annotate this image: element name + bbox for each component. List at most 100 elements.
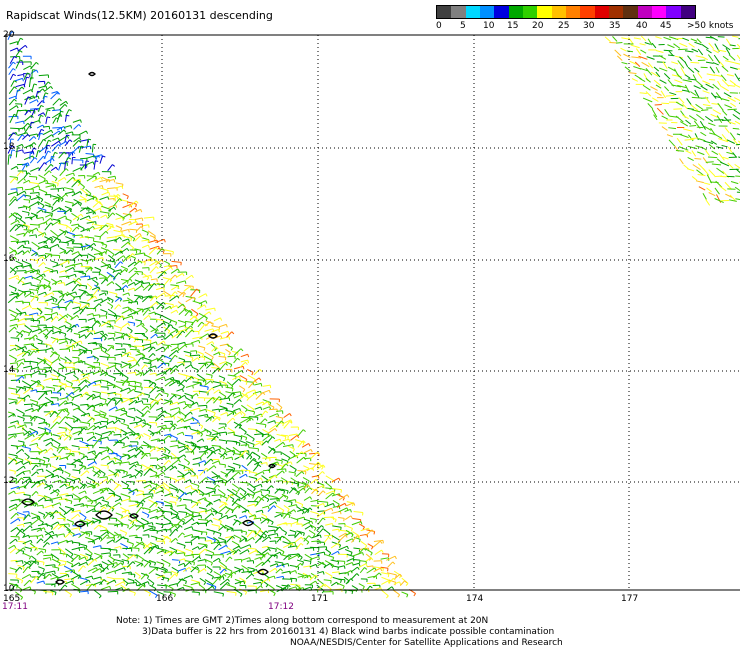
- wind-barb: [197, 357, 200, 361]
- wind-barb: [246, 530, 254, 538]
- wind-barb: [141, 356, 152, 361]
- wind-barb: [9, 235, 19, 241]
- wind-barb: [171, 393, 181, 397]
- wind-barb: [247, 428, 257, 431]
- wind-barb: [162, 414, 166, 418]
- wind-barb: [112, 198, 121, 207]
- wind-barb: [268, 390, 271, 394]
- wind-barb: [41, 276, 44, 280]
- wind-barb: [93, 524, 100, 530]
- wind-barb: [94, 185, 103, 188]
- wind-barb: [216, 435, 219, 439]
- wind-barb: [281, 510, 285, 514]
- wind-barb: [199, 333, 209, 340]
- wind-barb: [51, 358, 59, 364]
- wind-barb: [103, 473, 106, 477]
- wind-barb: [156, 561, 165, 565]
- wind-barb: [38, 139, 44, 148]
- wind-barb: [142, 392, 145, 396]
- wind-barb: [35, 334, 38, 338]
- wind-barb: [203, 311, 210, 316]
- wind-barb: [14, 288, 17, 292]
- wind-barb: [69, 324, 72, 328]
- wind-barb: [35, 150, 39, 158]
- wind-barb: [174, 354, 178, 358]
- wind-barb: [155, 489, 163, 494]
- wind-barb: [204, 460, 207, 464]
- wind-barb: [91, 222, 95, 226]
- wind-barb: [267, 529, 275, 532]
- wind-barb: [260, 490, 263, 494]
- wind-barb: [66, 341, 69, 345]
- wind-barb: [139, 235, 143, 239]
- wind-barb: [21, 260, 32, 265]
- wind-barb: [137, 363, 140, 367]
- wind-barb: [42, 482, 46, 486]
- wind-barb: [167, 451, 171, 455]
- wind-barb: [304, 525, 312, 530]
- wind-barb: [22, 89, 32, 95]
- wind-barb: [80, 145, 84, 148]
- wind-barb: [191, 366, 199, 371]
- wind-barb: [43, 535, 52, 544]
- wind-barb: [99, 230, 107, 238]
- wind-barb: [108, 415, 118, 418]
- wind-barb: [10, 444, 18, 447]
- wind-barb: [269, 563, 278, 567]
- wind-barb: [45, 386, 55, 389]
- wind-barb: [9, 47, 18, 52]
- wind-barb: [226, 344, 233, 349]
- wind-barb: [276, 547, 285, 553]
- wind-barb: [64, 205, 72, 210]
- wind-barb: [199, 544, 206, 550]
- wind-barb: [183, 458, 190, 464]
- wind-barb: [38, 392, 46, 401]
- wind-barb: [86, 508, 95, 514]
- wind-barb: [141, 387, 143, 391]
- wind-barb: [141, 558, 144, 562]
- wind-barb: [38, 162, 45, 171]
- wind-barb: [43, 437, 52, 442]
- wind-barb: [33, 418, 36, 422]
- wind-barb: [337, 534, 346, 543]
- wind-barb: [126, 471, 128, 476]
- wind-barb: [78, 523, 88, 526]
- wind-barb: [30, 389, 37, 392]
- wind-barb: [45, 106, 54, 110]
- wind-barb: [94, 432, 102, 436]
- wind-barb: [353, 559, 360, 561]
- wind-barb: [302, 477, 310, 482]
- wind-barb: [23, 177, 26, 181]
- wind-barb: [364, 545, 368, 549]
- wind-barb: [394, 555, 397, 560]
- wind-barb: [183, 417, 193, 423]
- wind-barb: [93, 160, 96, 170]
- wind-barb: [176, 309, 179, 314]
- wind-barb: [162, 484, 165, 488]
- wind-barb: [164, 465, 167, 470]
- wind-barb: [72, 393, 82, 399]
- wind-barb: [142, 224, 149, 227]
- wind-barb: [246, 441, 255, 445]
- wind-barb: [107, 332, 115, 335]
- wind-barb: [15, 59, 21, 69]
- wind-barb: [279, 526, 282, 530]
- wind-barb: [7, 458, 15, 465]
- wind-barb: [46, 542, 50, 545]
- wind-barb: [248, 416, 258, 418]
- wind-barb: [330, 542, 339, 549]
- wind-barb: [238, 549, 241, 553]
- wind-barb: [192, 457, 201, 461]
- wind-barb: [339, 511, 342, 515]
- wind-barb: [103, 506, 107, 510]
- wind-barb: [171, 459, 180, 466]
- wind-barb: [150, 333, 157, 339]
- wind-barb: [15, 491, 25, 495]
- wind-barb: [155, 365, 157, 369]
- wind-barb: [205, 434, 215, 438]
- wind-barb: [349, 509, 352, 513]
- wind-barb: [85, 547, 93, 555]
- wind-barb: [79, 465, 85, 471]
- wind-barb: [179, 498, 182, 502]
- wind-barb: [336, 560, 345, 562]
